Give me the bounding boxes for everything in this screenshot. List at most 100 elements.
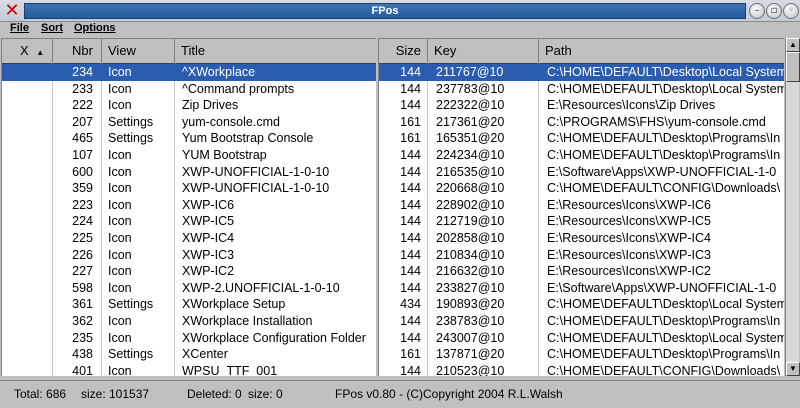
- left-list-pane[interactable]: X ▲ Nbr View Title 234 Icon ^XWorkplace 233…: [1, 38, 376, 376]
- left-nbr-cell: 598: [72, 280, 93, 295]
- right-key-cell: 190893@20: [436, 297, 505, 312]
- right-size-cell: 434: [400, 297, 421, 312]
- column-header-path[interactable]: Path: [539, 39, 784, 64]
- right-key-cell: 237783@10: [436, 81, 505, 96]
- right-key-cell: 217361@20: [436, 114, 505, 129]
- sort-ascending-icon: ▲: [36, 48, 45, 57]
- status-deleted: Deleted: 0: [187, 387, 242, 401]
- scroll-down-icon[interactable]: ▼: [786, 362, 800, 376]
- table-row[interactable]: 144 243007@10 C:\HOME\DEFAULT\Desktop\Loca…: [379, 330, 784, 347]
- table-row[interactable]: 362 Icon XWorkplace Installation: [2, 313, 376, 330]
- right-key-cell: 238783@10: [436, 314, 505, 328]
- table-row[interactable]: 144 237783@10 C:\HOME\DEFAULT\Desktop\Loca…: [379, 81, 784, 98]
- table-row[interactable]: 207 Settings yum-console.cmd: [2, 114, 376, 131]
- column-header-key[interactable]: Key: [428, 39, 539, 64]
- right-size-cell: 144: [400, 81, 421, 96]
- vertical-scrollbar[interactable]: ▲ ▼: [785, 38, 800, 376]
- table-row[interactable]: 598 Icon XWP-2.UNOFFICIAL-1-0-10: [2, 280, 376, 297]
- right-path-cell: E:\Resources\Icons\XWP-IC2: [547, 264, 711, 279]
- maximize-icon[interactable]: ◦: [783, 3, 799, 19]
- close-icon[interactable]: ✕: [3, 2, 21, 20]
- table-row[interactable]: 235 Icon XWorkplace Configuration Folder: [2, 330, 376, 347]
- right-path-cell: C:\HOME\DEFAULT\Desktop\Local System: [547, 65, 784, 79]
- table-row[interactable]: 359 Icon XWP-UNOFFICIAL-1-0-10: [2, 180, 376, 197]
- scrollbar-thumb[interactable]: [786, 52, 800, 82]
- table-row[interactable]: 434 190893@20 C:\HOME\DEFAULT\Desktop\Loca…: [379, 296, 784, 313]
- right-list-pane[interactable]: Size Key Path 144 211767@10 C:\HOME\DEFAUL…: [378, 38, 784, 376]
- table-row[interactable]: 161 165351@20 C:\HOME\DEFAULT\Desktop\Prog…: [379, 130, 784, 147]
- right-key-cell: 216632@10: [436, 264, 505, 279]
- table-row[interactable]: 224 Icon XWP-IC5: [2, 213, 376, 230]
- right-size-cell: 144: [400, 363, 421, 376]
- menu-file[interactable]: File: [10, 22, 29, 35]
- column-header-nbr[interactable]: Nbr: [53, 39, 102, 64]
- right-key-cell: 233827@10: [436, 280, 505, 295]
- right-size-cell: 144: [400, 214, 421, 229]
- scroll-up-icon[interactable]: ▲: [786, 38, 800, 52]
- left-title-cell: XWP-IC4: [182, 231, 235, 245]
- table-row[interactable]: 361 Settings XWorkplace Setup: [2, 296, 376, 313]
- table-row[interactable]: 107 Icon YUM Bootstrap: [2, 147, 376, 164]
- right-size-cell: 144: [400, 181, 421, 196]
- right-key-cell: 222322@10: [436, 98, 505, 113]
- left-nbr-cell: 233: [72, 81, 93, 96]
- table-row[interactable]: 161 217361@20 C:\PROGRAMS\FHS\yum-console.…: [379, 114, 784, 131]
- left-nbr-cell: 600: [72, 164, 93, 179]
- table-row[interactable]: 223 Icon XWP-IC6: [2, 197, 376, 214]
- column-header-size[interactable]: Size: [379, 39, 428, 64]
- table-row[interactable]: 144 210523@10 C:\HOME\DEFAULT\CONFIG\Downl…: [379, 363, 784, 376]
- left-title-cell: XWorkplace Installation: [182, 314, 313, 328]
- left-view-cell: Icon: [108, 181, 132, 196]
- table-row[interactable]: 144 228902@10 E:\Resources\Icons\XWP-IC6: [379, 197, 784, 214]
- table-row[interactable]: 225 Icon XWP-IC4: [2, 230, 376, 247]
- left-title-cell: XWP-UNOFFICIAL-1-0-10: [182, 164, 330, 179]
- table-row[interactable]: 161 137871@20 C:\HOME\DEFAULT\Desktop\Prog…: [379, 346, 784, 363]
- table-row[interactable]: 144 212719@10 E:\Resources\Icons\XWP-IC5: [379, 213, 784, 230]
- table-row[interactable]: 144 224234@10 C:\HOME\DEFAULT\Desktop\Prog…: [379, 147, 784, 164]
- column-header-view[interactable]: View: [102, 39, 175, 64]
- status-total: Total: 686: [14, 387, 67, 401]
- table-row[interactable]: 144 210834@10 E:\Resources\Icons\XWP-IC3: [379, 247, 784, 264]
- table-row[interactable]: 438 Settings XCenter: [2, 346, 376, 363]
- status-bar: Total: 686 size: 101537 Deleted: 0 size:…: [0, 380, 800, 408]
- left-view-cell: Icon: [108, 148, 132, 162]
- right-size-cell: 144: [400, 65, 421, 79]
- right-size-cell: 144: [400, 98, 421, 113]
- table-row[interactable]: 465 Settings Yum Bootstrap Console: [2, 130, 376, 147]
- table-row[interactable]: 144 216632@10 E:\Resources\Icons\XWP-IC2: [379, 263, 784, 280]
- column-x-label: X: [20, 43, 29, 58]
- left-title-cell: YUM Bootstrap: [182, 148, 267, 162]
- right-path-cell: E:\Software\Apps\XWP-UNOFFICIAL-1-0: [547, 164, 777, 179]
- title-bar: ✕ FPos – ▫ ◦: [0, 0, 800, 22]
- table-row[interactable]: 144 211767@10 C:\HOME\DEFAULT\Desktop\Loca…: [379, 64, 784, 81]
- table-row[interactable]: 222 Icon Zip Drives: [2, 97, 376, 114]
- window-title: FPos: [371, 5, 399, 17]
- restore-icon[interactable]: ▫: [766, 3, 782, 19]
- menu-options[interactable]: Options: [74, 22, 116, 35]
- menu-sort[interactable]: Sort: [41, 22, 63, 35]
- table-row[interactable]: 144 238783@10 C:\HOME\DEFAULT\Desktop\Prog…: [379, 313, 784, 330]
- table-row[interactable]: 600 Icon XWP-UNOFFICIAL-1-0-10: [2, 164, 376, 181]
- column-header-title[interactable]: Title: [175, 39, 376, 64]
- table-row[interactable]: 144 202858@10 E:\Resources\Icons\XWP-IC4: [379, 230, 784, 247]
- right-path-cell: C:\HOME\DEFAULT\Desktop\Local System: [547, 330, 784, 345]
- minimize-icon[interactable]: –: [749, 3, 765, 19]
- right-size-cell: 161: [400, 131, 421, 146]
- table-row[interactable]: 144 220668@10 C:\HOME\DEFAULT\CONFIG\Downl…: [379, 180, 784, 197]
- table-row[interactable]: 401 Icon WPSU_TTF_001: [2, 363, 376, 376]
- left-view-cell: Icon: [108, 164, 132, 179]
- table-row[interactable]: 144 233827@10 E:\Software\Apps\XWP-UNOFFIC…: [379, 280, 784, 297]
- left-title-cell: ^Command prompts: [182, 81, 295, 96]
- column-header-x[interactable]: X ▲: [2, 39, 53, 64]
- table-row[interactable]: 144 216535@10 E:\Software\Apps\XWP-UNOFFIC…: [379, 164, 784, 181]
- table-row[interactable]: 234 Icon ^XWorkplace: [2, 64, 376, 81]
- table-row[interactable]: 226 Icon XWP-IC3: [2, 247, 376, 264]
- table-row[interactable]: 144 222322@10 E:\Resources\Icons\Zip Drive…: [379, 97, 784, 114]
- table-row[interactable]: 227 Icon XWP-IC2: [2, 263, 376, 280]
- window-title-bar[interactable]: FPos: [24, 3, 746, 19]
- left-title-cell: XWorkplace Setup: [182, 297, 286, 312]
- right-path-cell: C:\HOME\DEFAULT\Desktop\Programs\In: [547, 314, 781, 328]
- table-row[interactable]: 233 Icon ^Command prompts: [2, 81, 376, 98]
- right-path-cell: E:\Resources\Icons\Zip Drives: [547, 98, 716, 113]
- left-title-cell: Zip Drives: [182, 98, 239, 113]
